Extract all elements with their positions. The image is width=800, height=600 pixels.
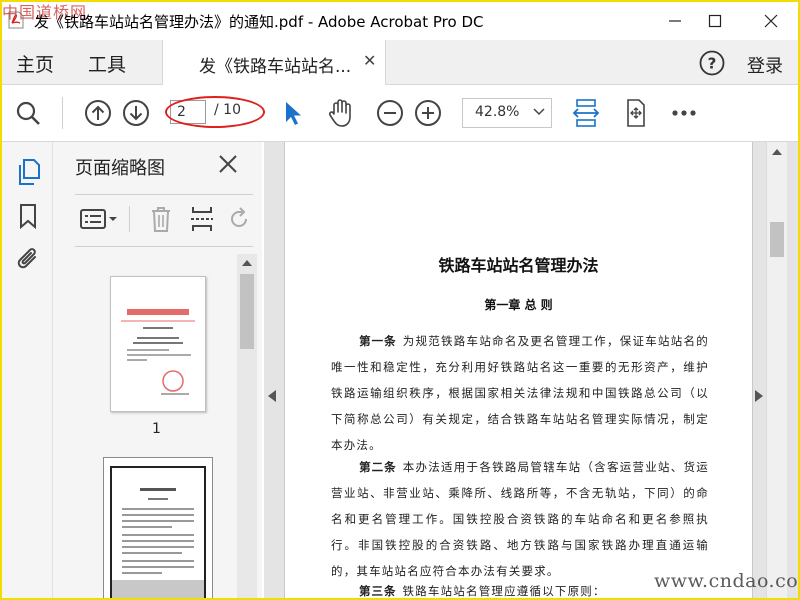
trash-icon bbox=[152, 207, 170, 232]
menu-tools[interactable]: 工具 bbox=[88, 50, 126, 77]
main-toolbar: / 10 42.8% bbox=[2, 85, 798, 142]
article-heading: 第一条 bbox=[359, 334, 397, 348]
menu-tab-bar: 主页 工具 发《铁路车站站名... ✕ ? 登录 bbox=[2, 40, 798, 85]
toolbar-separator bbox=[62, 97, 63, 129]
watermark-bottom: www.cndao.com bbox=[654, 570, 799, 592]
full-screen-icon bbox=[627, 99, 645, 127]
close-panel-button[interactable] bbox=[218, 154, 238, 178]
search-button[interactable] bbox=[12, 97, 44, 129]
panel-divider bbox=[75, 194, 253, 195]
chapter-heading: 第一章 总 则 bbox=[484, 298, 553, 312]
more-horizontal-icon bbox=[672, 110, 696, 116]
thumbnail-page-content bbox=[112, 488, 204, 598]
document-viewport: 铁路车站站名管理办法 第一章 总 则 第一条 为规范铁路车站命名及更名管理工作，保… bbox=[264, 142, 798, 598]
window-title: 发《铁路车站站名管理办法》的通知.pdf - Adobe Acrobat Pro… bbox=[34, 13, 484, 31]
article-text: 为规范铁路车站命名及更名管理工作，保证车站站名的唯一性和稳定性，充分利用好铁路站… bbox=[331, 334, 709, 452]
title-bar: 中国道桥网 发《铁路车站站名管理办法》的通知.pdf - Adobe Acrob… bbox=[2, 2, 798, 40]
insert-page-icon bbox=[191, 207, 213, 231]
select-tool-button[interactable] bbox=[276, 97, 308, 129]
cursor-arrow-icon bbox=[286, 102, 301, 125]
page-thumbnails-panel: 页面缩略图 1 bbox=[53, 142, 262, 598]
arrow-up-circle-icon bbox=[85, 100, 111, 126]
article-paragraph: 第二条 本办法适用于各铁路局管辖车站（含客运营业站、货运营业站、非营业站、乘降所、… bbox=[331, 454, 709, 584]
next-page-button[interactable] bbox=[120, 97, 152, 129]
thumbnail-page-number: 1 bbox=[152, 421, 161, 437]
login-button[interactable]: 登录 bbox=[747, 52, 783, 78]
scroll-up-icon[interactable] bbox=[772, 148, 782, 156]
menu-home[interactable]: 主页 bbox=[16, 50, 54, 77]
rotate-page-button bbox=[229, 202, 251, 236]
page-thumbnails-button[interactable] bbox=[15, 158, 41, 186]
more-options-button[interactable] bbox=[668, 97, 700, 129]
minimize-icon bbox=[669, 20, 681, 22]
thumbnails-scrollbar[interactable] bbox=[237, 254, 257, 598]
help-icon[interactable]: ? bbox=[699, 50, 725, 76]
document-scrollbar[interactable] bbox=[766, 142, 787, 598]
maximize-icon bbox=[708, 14, 722, 28]
article-paragraph: 第一条 为规范铁路车站命名及更名管理工作，保证车站站名的唯一性和稳定性，充分利用好… bbox=[331, 328, 709, 458]
thumbnail-page-2 bbox=[110, 466, 206, 598]
close-window-button[interactable] bbox=[748, 6, 794, 36]
panel-divider bbox=[75, 246, 253, 247]
zoom-out-icon bbox=[377, 100, 403, 126]
document-tab-label: 发《铁路车站站名... bbox=[199, 57, 352, 77]
insert-page-button[interactable] bbox=[189, 202, 215, 236]
article-heading: 第三条 bbox=[359, 584, 397, 598]
article-paragraph: 第三条 铁路车站站名管理应遵循以下原则： bbox=[331, 578, 709, 598]
zoom-in-button[interactable] bbox=[412, 97, 444, 129]
article-text: 本办法适用于各铁路局管辖车站（含客运营业站、货运营业站、非营业站、乘降所、线路所… bbox=[331, 460, 709, 578]
hand-icon bbox=[328, 99, 351, 127]
options-menu-icon bbox=[80, 209, 117, 229]
arrow-down-circle-icon bbox=[123, 100, 149, 126]
page-thumbnail-1[interactable] bbox=[110, 276, 206, 412]
bookmark-icon bbox=[20, 204, 36, 229]
fit-width-button[interactable] bbox=[570, 97, 602, 129]
page-thumbnail-2-selected[interactable] bbox=[103, 457, 213, 598]
document-title: 铁路车站站名管理办法 bbox=[438, 256, 599, 275]
zoom-level-value: 42.8% bbox=[475, 104, 520, 120]
thumbnail-page-content bbox=[121, 309, 195, 395]
annotation-ellipse bbox=[165, 96, 265, 128]
scrollbar-thumb[interactable] bbox=[770, 222, 784, 257]
full-screen-button[interactable] bbox=[620, 97, 652, 129]
collapse-panel-icon[interactable] bbox=[268, 390, 276, 402]
expand-right-panel-icon[interactable] bbox=[755, 390, 763, 402]
attachments-button[interactable] bbox=[15, 246, 41, 274]
maximize-button[interactable] bbox=[692, 6, 738, 36]
pdf-page: 铁路车站站名管理办法 第一章 总 则 第一条 为规范铁路车站命名及更名管理工作，保… bbox=[284, 142, 753, 598]
bookmarks-button[interactable] bbox=[15, 202, 41, 230]
panel-title: 页面缩略图 bbox=[75, 158, 165, 179]
scrollbar-thumb[interactable] bbox=[240, 274, 254, 349]
article-heading: 第二条 bbox=[359, 460, 397, 474]
delete-page-button bbox=[149, 202, 173, 236]
hand-tool-button[interactable] bbox=[324, 97, 356, 129]
close-tab-icon[interactable]: ✕ bbox=[363, 51, 376, 70]
zoom-level-select[interactable]: 42.8% bbox=[462, 98, 552, 128]
previous-page-button[interactable] bbox=[82, 97, 114, 129]
thumbnail-options-button[interactable] bbox=[79, 202, 119, 236]
paperclip-icon bbox=[17, 248, 36, 269]
close-icon bbox=[764, 14, 778, 28]
app-window: 中国道桥网 发《铁路车站站名管理办法》的通知.pdf - Adobe Acrob… bbox=[0, 0, 800, 600]
close-icon bbox=[219, 155, 237, 173]
chevron-down-icon bbox=[533, 108, 545, 116]
search-icon bbox=[16, 101, 40, 125]
rotate-icon bbox=[231, 207, 247, 227]
page-thumbnails-icon bbox=[19, 159, 40, 185]
zoom-out-button[interactable] bbox=[374, 97, 406, 129]
left-navigation-rail bbox=[2, 142, 53, 598]
zoom-in-icon bbox=[415, 100, 441, 126]
fit-page-width-icon bbox=[572, 99, 600, 127]
document-tab[interactable]: 发《铁路车站站名... ✕ bbox=[162, 40, 386, 85]
svg-text:?: ? bbox=[708, 55, 717, 73]
article-text: 铁路车站站名管理应遵循以下原则： bbox=[402, 584, 606, 598]
scroll-up-icon[interactable] bbox=[242, 259, 252, 267]
panel-separator bbox=[129, 206, 130, 232]
